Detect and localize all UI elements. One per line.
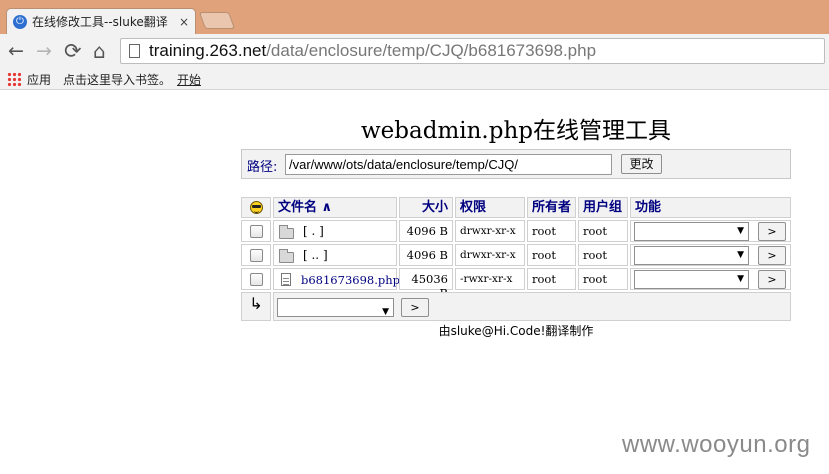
address-bar[interactable]: training.263.net/data/enclosure/temp/CJQ…	[120, 38, 825, 64]
header-action: 功能	[630, 197, 791, 218]
window-titlebar: ⏻ 在线修改工具--sluke翻译 ×	[0, 0, 829, 34]
row-check-cell	[241, 244, 271, 266]
row-filename[interactable]: [ . ]	[303, 224, 324, 238]
row-checkbox[interactable]	[250, 273, 263, 286]
path-input[interactable]	[285, 154, 612, 175]
row-action-cell: ▼ >	[630, 244, 791, 266]
row-owner: root	[527, 244, 576, 266]
reload-icon[interactable]: ⟳	[64, 40, 82, 62]
bookmark-start[interactable]: 开始	[177, 71, 201, 88]
row-check-cell	[241, 220, 271, 242]
chevron-down-icon: ▼	[737, 274, 744, 284]
url-path: /data/enclosure/temp/CJQ/b681673698.php	[266, 41, 597, 60]
chevron-down-icon: ▼	[737, 226, 744, 236]
row-size: 4096 B	[399, 244, 453, 266]
row-go-button[interactable]: >	[758, 222, 786, 241]
tab-title: 在线修改工具--sluke翻译	[32, 15, 168, 29]
row-name-cell: b681673698.php	[273, 268, 400, 290]
page-icon	[129, 44, 140, 58]
header-group[interactable]: 用户组	[578, 197, 628, 218]
url-host: training.263.net	[149, 41, 267, 60]
path-bar: 路径: 更改	[241, 149, 791, 179]
row-action-cell: ▼ >	[630, 268, 791, 290]
home-icon[interactable]: ⌂	[93, 40, 106, 62]
bulk-arrow-icon: ↳	[241, 292, 271, 321]
row-check-cell	[241, 268, 271, 290]
row-checkbox[interactable]	[250, 249, 263, 262]
row-group: root	[578, 244, 628, 266]
back-arrow-icon[interactable]: ←	[8, 40, 24, 62]
row-permissions[interactable]: -rwxr-xr-x	[455, 268, 525, 290]
folder-icon	[279, 249, 294, 263]
folder-icon	[279, 225, 294, 239]
row-owner: root	[527, 268, 576, 290]
bulk-action-bar: ▼ >	[273, 292, 791, 321]
row-name-cell: [ . ]	[273, 220, 397, 242]
smiley-icon	[250, 201, 263, 214]
header-size[interactable]: 大小	[399, 197, 453, 218]
page-title: webadmin.php在线管理工具	[360, 118, 671, 144]
row-size: 45036 B	[399, 268, 453, 300]
row-action-cell: ▼ >	[630, 220, 791, 242]
header-owner[interactable]: 所有者	[527, 197, 576, 218]
apps-grid-icon[interactable]	[7, 72, 21, 86]
bookmark-import[interactable]: 点击这里导入书签。	[63, 71, 171, 88]
browser-tab[interactable]: ⏻ 在线修改工具--sluke翻译 ×	[6, 8, 196, 34]
row-owner: root	[527, 220, 576, 242]
bulk-go-button[interactable]: >	[401, 298, 429, 317]
row-go-button[interactable]: >	[758, 270, 786, 289]
row-permissions[interactable]: drwxr-xr-x	[455, 244, 525, 266]
row-size: 4096 B	[399, 220, 453, 242]
row-action-select[interactable]: ▼	[634, 270, 749, 289]
row-group: root	[578, 220, 628, 242]
row-group: root	[578, 268, 628, 290]
header-permissions[interactable]: 权限	[455, 197, 525, 218]
tab-close-icon[interactable]: ×	[179, 15, 189, 29]
row-permissions[interactable]: drwxr-xr-x	[455, 220, 525, 242]
row-filename[interactable]: b681673698.php	[301, 273, 400, 287]
footer-credit: 由sluke@Hi.Code!翻译制作	[438, 324, 594, 338]
bulk-action-select[interactable]: ▼	[277, 298, 394, 317]
path-label: 路径:	[247, 160, 278, 175]
header-filename[interactable]: 文件名 ∧	[273, 197, 397, 218]
chevron-down-icon: ▼	[382, 307, 389, 317]
row-action-select[interactable]: ▼	[634, 222, 749, 241]
file-icon	[281, 273, 291, 286]
watermark: www.wooyun.org	[622, 431, 811, 458]
select-all-header	[241, 197, 271, 218]
row-filename[interactable]: [ .. ]	[303, 248, 328, 262]
row-go-button[interactable]: >	[758, 246, 786, 265]
forward-arrow-icon[interactable]: →	[36, 40, 52, 62]
bookmarks-bar: 应用 点击这里导入书签。 开始	[0, 68, 829, 90]
chevron-down-icon: ▼	[737, 250, 744, 260]
tab-favicon-icon: ⏻	[13, 14, 27, 29]
row-checkbox[interactable]	[250, 225, 263, 238]
bookmark-apps[interactable]: 应用	[27, 71, 51, 88]
row-action-select[interactable]: ▼	[634, 246, 749, 265]
change-path-button[interactable]: 更改	[621, 154, 662, 174]
row-name-cell: [ .. ]	[273, 244, 397, 266]
new-tab-button[interactable]	[198, 12, 236, 29]
